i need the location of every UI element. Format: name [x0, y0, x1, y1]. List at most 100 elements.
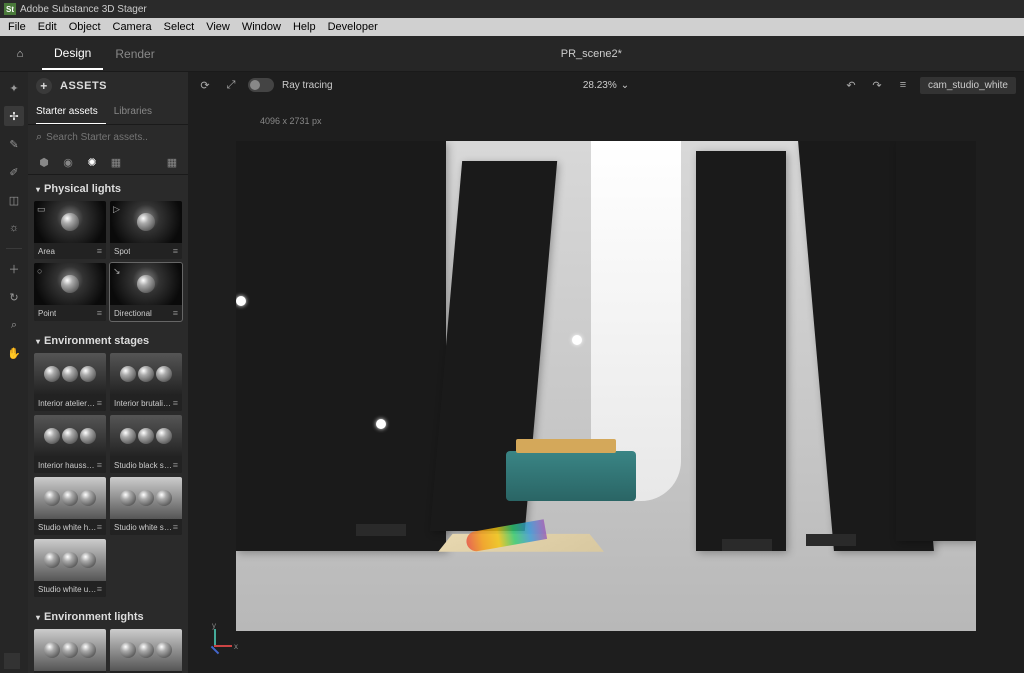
asset-spot-light[interactable]: ▷ Spot≡	[110, 201, 182, 259]
viewport: ⟳ ⤢ Ray tracing 28.23% ⌄ ↶ ↷ ≡ cam_studi…	[188, 72, 1024, 673]
zoom-tool-icon[interactable]: ⌕	[4, 315, 24, 335]
scene-flag-panel	[696, 151, 786, 551]
menu-edit[interactable]: Edit	[32, 19, 63, 35]
dolly-icon[interactable]: ⤢	[222, 76, 240, 94]
asset-env-stage[interactable]: Studio white ha...≡	[34, 477, 106, 535]
scene-hero-object	[506, 451, 636, 531]
view-grid-icon[interactable]: ▦	[164, 154, 180, 170]
tab-starter-assets[interactable]: Starter assets	[36, 100, 106, 124]
asset-label: Area	[38, 247, 55, 256]
zoom-dropdown[interactable]: 28.23% ⌄	[583, 80, 629, 91]
camera-prev-icon[interactable]: ↶	[842, 76, 860, 94]
settings-icon[interactable]: ≡	[173, 398, 178, 408]
asset-tabs: Starter assets Libraries	[28, 100, 188, 125]
raytracing-toggle[interactable]	[248, 78, 274, 92]
section-environment-lights[interactable]: ▾ Environment lights	[28, 603, 188, 627]
scene-stand	[356, 524, 406, 536]
asset-env-stage[interactable]: Interior atelier s...≡	[34, 353, 106, 411]
asset-directional-light[interactable]: ↘ Directional≡	[110, 263, 182, 321]
menu-camera[interactable]: Camera	[107, 19, 158, 35]
asset-label: Interior atelier s...	[38, 399, 97, 408]
menubar: File Edit Object Camera Select View Wind…	[0, 18, 1024, 36]
settings-icon[interactable]: ≡	[97, 584, 102, 594]
assets-panel: + ASSETS Starter assets Libraries ⌕ ⬢ ◉ …	[28, 72, 188, 673]
settings-icon[interactable]: ≡	[173, 246, 178, 256]
chevron-down-icon: ▾	[36, 185, 40, 194]
scene-stand	[722, 539, 772, 551]
asset-label: Interior brutalist...	[114, 399, 173, 408]
camera-list-icon[interactable]: ≡	[894, 76, 912, 94]
settings-icon[interactable]: ≡	[97, 308, 102, 318]
axis-gizmo[interactable]: y x	[206, 625, 236, 655]
asset-point-light[interactable]: ○ Point≡	[34, 263, 106, 321]
settings-icon[interactable]: ≡	[97, 522, 102, 532]
plus-tool-icon[interactable]: ＋	[4, 259, 24, 279]
light-tool-icon[interactable]: ☼	[4, 218, 24, 238]
menu-help[interactable]: Help	[287, 19, 322, 35]
tool-strip: ✦ ✢ ✎ ✐ ◫ ☼ ＋ ↻ ⌕ ✋	[0, 72, 28, 673]
menu-developer[interactable]: Developer	[322, 19, 384, 35]
asset-label: Point	[38, 309, 56, 318]
asset-env-light[interactable]: Square≡	[110, 629, 182, 673]
hand-tool-icon[interactable]: ✋	[4, 343, 24, 363]
settings-icon[interactable]: ≡	[97, 246, 102, 256]
settings-icon[interactable]: ≡	[173, 460, 178, 470]
directional-icon: ↘	[113, 266, 121, 277]
tab-render[interactable]: Render	[103, 39, 166, 69]
asset-env-stage[interactable]: Studio black soft...≡	[110, 415, 182, 473]
settings-icon[interactable]: ≡	[97, 398, 102, 408]
assets-header: + ASSETS	[28, 72, 188, 100]
filter-home-icon[interactable]: ⬢	[36, 154, 52, 170]
menu-select[interactable]: Select	[158, 19, 201, 35]
settings-icon[interactable]: ≡	[173, 308, 178, 318]
filter-material-icon[interactable]: ▦	[108, 154, 124, 170]
chevron-down-icon: ▾	[36, 337, 40, 346]
home-icon[interactable]: ⌂	[8, 42, 32, 66]
search-input[interactable]	[46, 132, 180, 143]
cube-tool-icon[interactable]: ◫	[4, 190, 24, 210]
asset-label: Studio white um...	[38, 585, 97, 594]
asset-env-stage[interactable]: Interior haussm...≡	[34, 415, 106, 473]
menu-file[interactable]: File	[2, 19, 32, 35]
move-tool-icon[interactable]: ✢	[4, 106, 24, 126]
assets-add-icon[interactable]: +	[36, 78, 52, 94]
canvas-dimensions: 4096 x 2731 px	[260, 116, 322, 126]
scene-flag-panel	[236, 141, 446, 551]
asset-area-light[interactable]: ▭ Area≡	[34, 201, 106, 259]
wand-tool-icon[interactable]: ✎	[4, 134, 24, 154]
camera-next-icon[interactable]: ↷	[868, 76, 886, 94]
add-tool-icon[interactable]: ✦	[4, 78, 24, 98]
section-environment-stages[interactable]: ▾ Environment stages	[28, 327, 188, 351]
spot-icon: ▷	[113, 204, 120, 215]
settings-icon[interactable]: ≡	[97, 460, 102, 470]
orbit-icon[interactable]: ⟳	[196, 76, 214, 94]
eyedropper-tool-icon[interactable]: ✐	[4, 162, 24, 182]
light-gizmo[interactable]	[376, 419, 386, 429]
3d-viewport-canvas[interactable]	[236, 141, 976, 631]
asset-env-light[interactable]: Circle≡	[34, 629, 106, 673]
axis-x-label: x	[234, 642, 238, 651]
tab-design[interactable]: Design	[42, 38, 103, 70]
filter-globe-icon[interactable]: ◉	[60, 154, 76, 170]
asset-env-stage[interactable]: Studio white um...≡	[34, 539, 106, 597]
settings-icon[interactable]: ≡	[173, 522, 178, 532]
camera-selector[interactable]: cam_studio_white	[920, 77, 1016, 94]
asset-env-stage[interactable]: Interior brutalist...≡	[110, 353, 182, 411]
menu-window[interactable]: Window	[236, 19, 287, 35]
chevron-down-icon: ⌄	[621, 80, 629, 91]
titlebar: St Adobe Substance 3D Stager	[0, 0, 1024, 18]
light-gizmo[interactable]	[572, 335, 582, 345]
filter-light-icon[interactable]: ✺	[84, 154, 100, 170]
search-row: ⌕	[28, 125, 188, 150]
asset-env-stage[interactable]: Studio white so...≡	[110, 477, 182, 535]
menu-object[interactable]: Object	[63, 19, 107, 35]
menu-view[interactable]: View	[200, 19, 236, 35]
rotate-tool-icon[interactable]: ↻	[4, 287, 24, 307]
assets-title: ASSETS	[60, 80, 107, 92]
light-gizmo[interactable]	[236, 296, 246, 306]
section-physical-lights[interactable]: ▾ Physical lights	[28, 175, 188, 199]
section-title: Environment lights	[44, 611, 144, 623]
panel-toggle-icon[interactable]	[4, 653, 20, 669]
chevron-down-icon: ▾	[36, 613, 40, 622]
tab-libraries[interactable]: Libraries	[114, 100, 160, 124]
